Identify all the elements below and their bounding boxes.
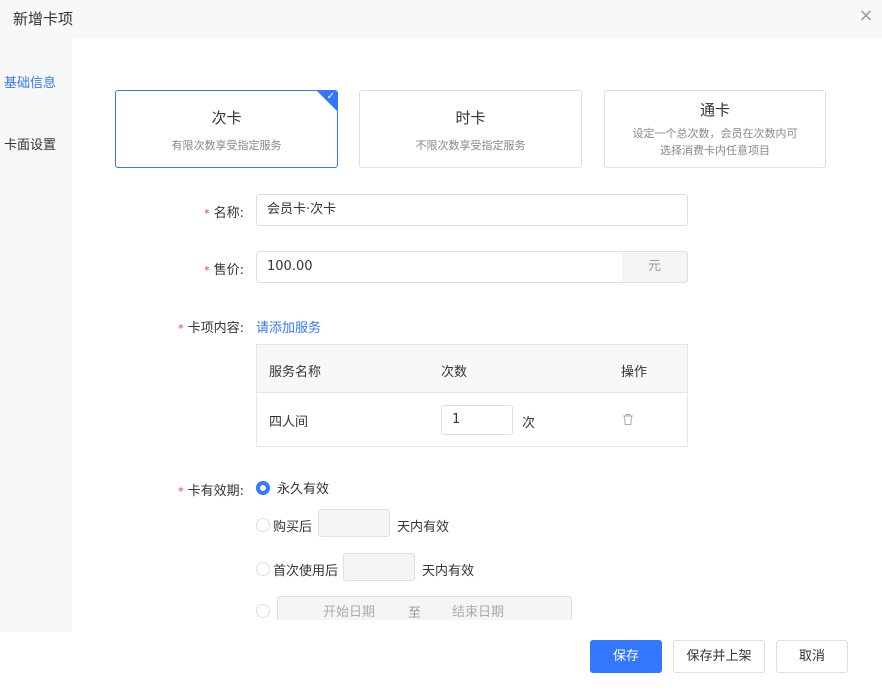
price-input[interactable]: 100.00 [256,251,623,283]
sidebar-item-basic-info[interactable]: 基础信息 [4,72,56,91]
radio-after-first-use[interactable] [256,562,270,576]
add-card-dialog: 新增卡项 × 基础信息 卡面设置 次卡 有限次数享受指定服务 ✓ 时卡 不限次数… [0,0,882,694]
content-label: * 卡项内容: [178,321,244,336]
after-purchase-suffix: 天内有效 [397,520,450,535]
trash-icon[interactable] [622,413,634,426]
validity-label: * 卡有效期: [178,484,244,499]
col-actions: 操作 [621,365,648,380]
card-type-time-desc: 不限次数享受指定服务 [415,139,526,152]
radio-after-purchase[interactable] [256,518,270,532]
service-table: 服务名称 次数 操作 四人间 1 次 [256,344,688,447]
card-type-universal-desc-1: 设定一个总次数，会员在次数内可 [632,127,798,140]
required-mark: * [204,264,210,277]
price-label: * 售价: [204,263,244,278]
card-type-universal-desc-2: 选择消费卡内任意项目 [660,144,770,157]
col-service-name: 服务名称 [269,365,322,380]
after-purchase-days-input[interactable] [318,509,390,537]
service-name-cell: 四人间 [269,415,309,430]
card-type-universal[interactable]: 通卡 设定一个总次数，会员在次数内可 选择消费卡内任意项目 [604,90,826,168]
required-mark: * [204,207,210,220]
after-first-use-suffix: 天内有效 [422,564,475,579]
dialog-title: 新增卡项 [13,10,74,28]
start-date-placeholder: 开始日期 [323,605,376,620]
sidebar-item-card-face[interactable]: 卡面设置 [4,134,56,153]
after-first-use-label: 首次使用后 [273,564,339,579]
sidebar-nav: 基础信息 卡面设置 [0,38,72,632]
card-type-count[interactable]: 次卡 有限次数享受指定服务 ✓ [115,90,338,168]
permanent-label: 永久有效 [277,482,330,497]
name-input[interactable]: 会员卡·次卡 [256,194,688,226]
card-type-count-title: 次卡 [211,109,242,127]
name-label: * 名称: [204,206,244,221]
radio-permanent[interactable] [256,481,270,495]
price-unit: 元 [622,251,688,283]
card-type-time[interactable]: 时卡 不限次数享受指定服务 [359,90,582,168]
card-type-count-desc: 有限次数享受指定服务 [171,139,282,152]
col-count: 次数 [441,365,468,380]
card-type-time-title: 时卡 [455,109,486,127]
check-icon: ✓ [326,91,335,102]
add-service-link[interactable]: 请添加服务 [256,317,321,336]
radio-date-range[interactable] [256,604,270,618]
required-mark: * [178,485,184,498]
required-mark: * [178,322,184,335]
after-purchase-label: 购买后 [273,520,313,535]
card-type-universal-title: 通卡 [699,101,730,119]
cancel-button[interactable]: 取消 [776,640,848,673]
dialog-header: 新增卡项 × [0,0,882,38]
after-first-use-days-input[interactable] [343,553,415,581]
save-publish-button[interactable]: 保存并上架 [673,640,765,673]
count-unit: 次 [522,416,536,431]
save-button[interactable]: 保存 [590,640,662,673]
count-input[interactable]: 1 [441,405,513,435]
service-table-header: 服务名称 次数 操作 [257,345,687,393]
date-range-input[interactable]: 开始日期 至 结束日期 [277,596,572,621]
end-date-placeholder: 结束日期 [452,605,505,620]
date-range-separator: 至 [408,606,422,621]
close-icon[interactable]: × [856,6,876,26]
